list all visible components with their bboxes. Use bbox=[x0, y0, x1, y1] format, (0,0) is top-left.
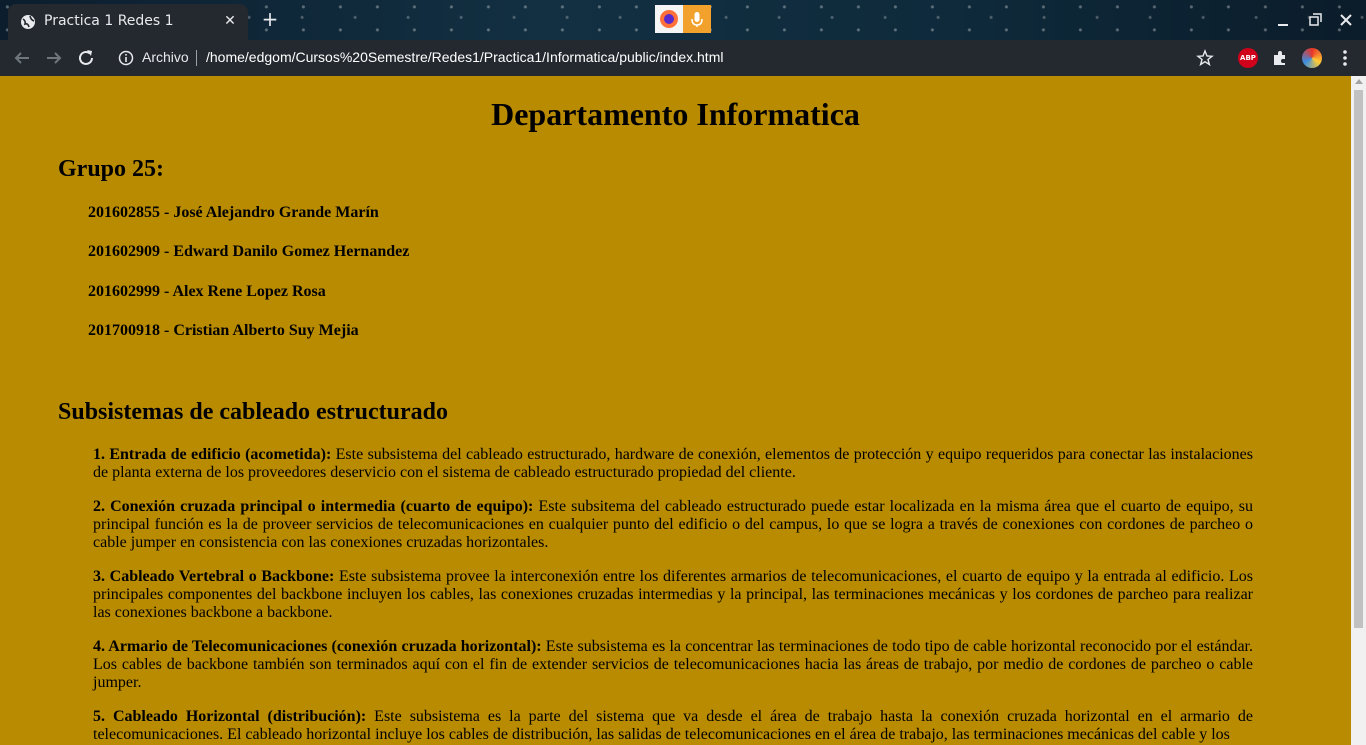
close-icon[interactable]: ✕ bbox=[222, 13, 238, 29]
window-close-icon[interactable] bbox=[1336, 10, 1356, 30]
tab-title: Practica 1 Redes 1 bbox=[44, 13, 174, 29]
subsystem-title: 2. Conexión cruzada principal o intermed… bbox=[93, 498, 534, 515]
member-item: 201602999 - Alex Rene Lopez Rosa bbox=[88, 283, 326, 300]
profile-avatar-icon[interactable] bbox=[1302, 48, 1322, 68]
kebab-menu-icon[interactable] bbox=[1335, 48, 1355, 68]
scheme-label: Archivo bbox=[142, 49, 189, 65]
subsystem-item: 4. Armario de Telecomunicaciones (conexi… bbox=[93, 638, 1253, 692]
info-icon[interactable] bbox=[118, 50, 134, 66]
globe-icon bbox=[21, 15, 35, 29]
vertical-scrollbar[interactable] bbox=[1351, 76, 1366, 745]
page-content: Departamento Informatica Grupo 25: 20160… bbox=[0, 76, 1351, 745]
abp-icon[interactable]: ABP bbox=[1238, 48, 1258, 68]
firefox-icon[interactable] bbox=[655, 5, 683, 33]
tab-strip: Practica 1 Redes 1 ✕ + bbox=[0, 0, 1366, 40]
plus-icon[interactable]: + bbox=[260, 9, 280, 29]
scrollbar-thumb[interactable] bbox=[1354, 90, 1363, 628]
star-icon[interactable] bbox=[1196, 49, 1214, 67]
subsystem-title: 3. Cableado Vertebral o Backbone: bbox=[93, 568, 335, 585]
microphone-icon[interactable] bbox=[683, 5, 711, 33]
address-separator bbox=[196, 50, 197, 66]
url-text[interactable]: /home/edgom/Cursos%20Semestre/Redes1/Pra… bbox=[206, 49, 723, 65]
member-item: 201602909 - Edward Danilo Gomez Hernande… bbox=[88, 243, 410, 260]
minimize-icon[interactable] bbox=[1273, 10, 1293, 30]
subsystem-item: 1. Entrada de edificio (acometida): Este… bbox=[93, 446, 1253, 482]
member-item: 201700918 - Cristian Alberto Suy Mejia bbox=[88, 322, 359, 339]
subsystem-title: 1. Entrada de edificio (acometida): bbox=[93, 446, 332, 463]
scroll-up-arrow-icon[interactable] bbox=[1355, 79, 1363, 84]
subsystem-title: 5. Cableado Horizontal (distribución): bbox=[93, 708, 367, 725]
subsystem-item: 5. Cableado Horizontal (distribución): E… bbox=[93, 708, 1253, 744]
member-item: 201602855 - José Alejandro Grande Marín bbox=[88, 204, 379, 221]
maximize-icon[interactable] bbox=[1305, 10, 1325, 30]
subsystem-item: 3. Cableado Vertebral o Backbone: Este s… bbox=[93, 568, 1253, 622]
group-heading: Grupo 25: bbox=[58, 156, 165, 182]
abp-label: ABP bbox=[1240, 54, 1256, 62]
forward-arrow-icon[interactable] bbox=[43, 47, 65, 69]
browser-toolbar: Archivo /home/edgom/Cursos%20Semestre/Re… bbox=[0, 40, 1366, 76]
subsystem-title: 4. Armario de Telecomunicaciones (conexi… bbox=[93, 638, 542, 655]
subsystem-item: 2. Conexión cruzada principal o intermed… bbox=[93, 498, 1253, 552]
puzzle-icon[interactable] bbox=[1270, 48, 1290, 68]
subsystems-heading: Subsistemas de cableado estructurado bbox=[58, 399, 449, 425]
floating-extension-widget bbox=[655, 5, 711, 33]
address-bar[interactable]: Archivo /home/edgom/Cursos%20Semestre/Re… bbox=[110, 44, 1230, 72]
reload-icon[interactable] bbox=[75, 47, 97, 69]
back-arrow-icon[interactable] bbox=[11, 47, 33, 69]
page-title: Departamento Informatica bbox=[491, 96, 860, 132]
browser-tab[interactable]: Practica 1 Redes 1 ✕ bbox=[8, 4, 248, 40]
